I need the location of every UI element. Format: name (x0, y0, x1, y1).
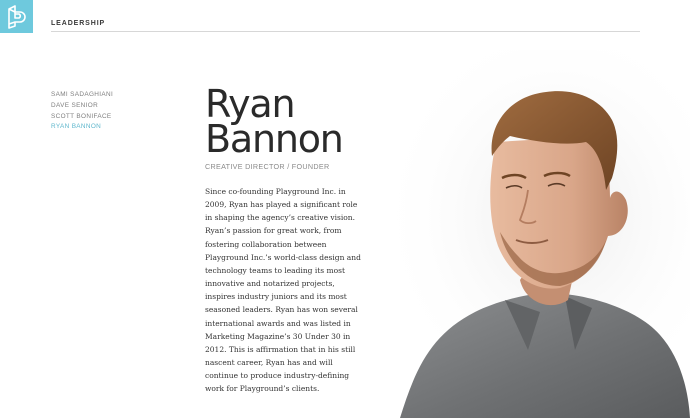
profile-portrait (360, 50, 690, 418)
bio-line: 2009, Ryan has played a significant role (205, 200, 358, 210)
bio-line: innovative and notarized projects, (205, 279, 335, 289)
nav-item-sami-sadaghiani[interactable]: SAMI SADAGHIANI (51, 90, 113, 101)
profile-role: CREATIVE DIRECTOR / FOUNDER (205, 162, 330, 171)
nav-item-scott-boniface[interactable]: SCOTT BONIFACE (51, 112, 113, 123)
bio-line: in shaping the agency’s creative vision. (205, 213, 356, 223)
bio-line: Since co-founding Playground Inc. in (205, 187, 346, 196)
bio-line: fostering collaboration between (205, 239, 327, 249)
header-divider (51, 31, 640, 32)
logo[interactable] (0, 0, 33, 33)
bio-line: continue to produce industry-defining (205, 371, 350, 381)
bio-line: Playground Inc.’s world-class design and (205, 252, 361, 262)
leadership-nav: SAMI SADAGHIANI DAVE SENIOR SCOTT BONIFA… (51, 90, 113, 133)
bio-line: seasoned leaders. Ryan has won several (205, 305, 358, 315)
section-label: LEADERSHIP (51, 20, 106, 27)
bio-line: work for Playground’s clients. (205, 384, 320, 394)
bio-line: inspires industry juniors and its most (205, 292, 347, 302)
profile-bio: Since co-founding Playground Inc. in 200… (205, 185, 373, 396)
p-monogram-icon (7, 4, 26, 29)
bio-line: nascent career, Ryan has and will (205, 358, 333, 368)
nav-item-dave-senior[interactable]: DAVE SENIOR (51, 101, 113, 112)
bio-line: international awards and was listed in (205, 318, 351, 328)
nav-item-ryan-bannon[interactable]: RYAN BANNON (51, 122, 113, 133)
bio-line: technology teams to leading its most (205, 265, 346, 275)
bio-line: 2012. This is affirmation that in his st… (205, 344, 356, 354)
bio-line: Ryan’s passion for great work, from (205, 226, 342, 236)
bio-line: Marketing Magazine’s 30 Under 30 in (205, 331, 351, 341)
profile-last-name: Bannon (205, 117, 344, 161)
